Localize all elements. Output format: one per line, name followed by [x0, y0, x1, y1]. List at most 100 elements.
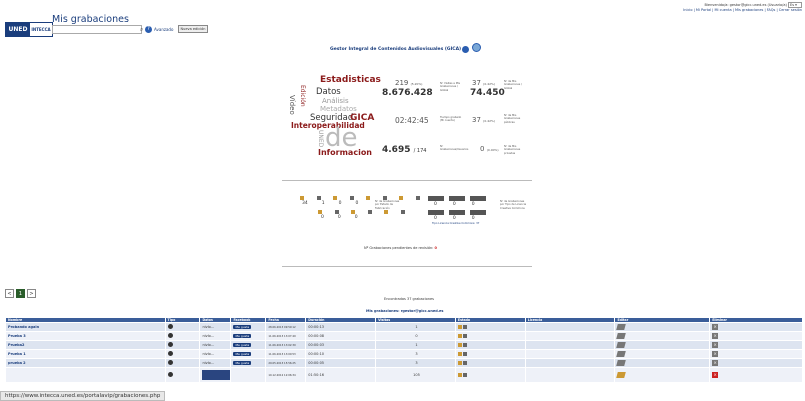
- stat-total-recordings: 74.450: [470, 88, 505, 98]
- recording-name-link[interactable]: [5, 367, 166, 383]
- table-row[interactable]: Prueba2 nivlo... Me gusta 11.06.2013 13:…: [5, 340, 803, 350]
- license-cell: [524, 358, 616, 368]
- state-count: 34: [302, 201, 308, 206]
- cc-note: Tipo Licencia Creative Commons: 37: [432, 222, 480, 225]
- state-icon[interactable]: [462, 333, 467, 338]
- state-icon: [335, 210, 339, 214]
- stat-unit: (0.00%): [486, 148, 499, 152]
- delete-cell: ×: [709, 322, 803, 332]
- date-cell: 11.06.2013 13:00:53: [265, 349, 307, 359]
- cc-license-icon: [470, 196, 486, 201]
- edit-icon[interactable]: [616, 371, 627, 378]
- type-cell: [164, 349, 201, 359]
- divider: [282, 180, 532, 181]
- visits-cell: 0: [375, 331, 456, 341]
- help-icon[interactable]: [462, 46, 469, 53]
- datos-cell: nivlo...: [199, 322, 232, 332]
- edit-icon[interactable]: [616, 359, 627, 366]
- advanced-search-link[interactable]: Avanzado: [154, 27, 173, 32]
- lock-icon[interactable]: [457, 324, 462, 329]
- edit-icon[interactable]: [616, 332, 627, 339]
- facebook-like-button[interactable]: Me gusta: [233, 361, 252, 365]
- lock-icon[interactable]: [457, 333, 462, 338]
- state-cell: [454, 340, 526, 350]
- delete-cell: ×: [709, 367, 803, 383]
- lock-icon[interactable]: [457, 360, 462, 365]
- stat-unit: / 174: [413, 148, 427, 154]
- delete-icon[interactable]: ×: [712, 333, 719, 339]
- edit-cell: [614, 322, 711, 332]
- license-cell: [524, 340, 616, 350]
- page-1-button[interactable]: 1: [16, 289, 25, 298]
- recordings-table: Nombre Tipo Datos Facebook Fecha Duració…: [5, 317, 803, 383]
- state-cell: [454, 358, 526, 368]
- state-count: 0: [337, 215, 341, 220]
- recording-name-link[interactable]: Probando again: [5, 322, 166, 332]
- cc-count: 0: [434, 202, 437, 207]
- divider: [282, 266, 532, 267]
- lock-icon[interactable]: [457, 342, 462, 347]
- delete-icon[interactable]: ×: [712, 372, 719, 378]
- table-row[interactable]: Prueba 1 nivlo... Me gusta 11.06.2013 13…: [5, 349, 803, 359]
- new-edition-button[interactable]: Nueva edición: [178, 25, 208, 33]
- intecca-logo-text: INTECCA: [30, 23, 52, 36]
- cloud-word: Vídeo: [288, 95, 296, 115]
- state-icon[interactable]: [462, 351, 467, 356]
- lock-icon[interactable]: [457, 372, 462, 377]
- delete-cell: ×: [709, 331, 803, 341]
- video-type-icon: [167, 372, 173, 377]
- delete-icon[interactable]: ×: [712, 351, 719, 357]
- table-row[interactable]: 10.12.2012 12:06:34 01:50:16 105 ×: [5, 367, 803, 383]
- facebook-like-button[interactable]: Me gusta: [233, 352, 252, 356]
- duration-cell: 00:00:13: [305, 322, 377, 332]
- edit-icon[interactable]: [616, 323, 627, 330]
- stat-recordings: 37 (0.42%): [472, 79, 495, 87]
- facebook-cell: Me gusta: [230, 358, 267, 368]
- delete-icon[interactable]: ×: [712, 342, 719, 348]
- search-icon[interactable]: ⌕: [140, 26, 143, 34]
- delete-icon[interactable]: ×: [712, 360, 719, 366]
- top-nav-links[interactable]: Inicio | Mi Portal | Mi cuenta | Mis gra…: [683, 8, 802, 13]
- video-type-icon: [167, 351, 173, 356]
- next-page-button[interactable]: >: [27, 289, 36, 298]
- delete-icon[interactable]: ×: [712, 324, 719, 330]
- prev-page-button[interactable]: <: [5, 289, 14, 298]
- state-icon[interactable]: [462, 372, 467, 377]
- visits-cell: 3: [375, 349, 456, 359]
- state-count: 1: [321, 201, 325, 206]
- state-icon[interactable]: [462, 342, 467, 347]
- stat-label: Nº de Mis Grabaciones privadas: [504, 145, 521, 155]
- uned-intecca-logo[interactable]: UNED INTECCA: [5, 22, 53, 37]
- state-icon: [351, 210, 355, 214]
- facebook-like-button[interactable]: Me gusta: [233, 325, 252, 329]
- lock-icon[interactable]: [457, 351, 462, 356]
- edit-icon[interactable]: [616, 350, 627, 357]
- pending-value: 0: [434, 246, 437, 250]
- state-icon[interactable]: [462, 324, 467, 329]
- recording-name-link[interactable]: Prueba 1: [5, 349, 166, 359]
- state-icon: [366, 196, 370, 200]
- stat-private: 0 (0.00%): [480, 145, 499, 153]
- state-count: 0: [355, 201, 359, 206]
- recording-name-link[interactable]: Prueba2: [5, 340, 166, 350]
- visits-cell: 105: [375, 367, 456, 383]
- license-cell: [524, 331, 616, 341]
- cc-count: 0: [471, 216, 475, 221]
- recording-name-link[interactable]: prueba 2: [5, 358, 166, 368]
- facebook-like-button[interactable]: Me gusta: [233, 334, 252, 338]
- license-cell: [524, 349, 616, 359]
- edit-icon[interactable]: [616, 341, 627, 348]
- pending-label: Nº Grabaciones pendientes de revisión:: [364, 246, 434, 250]
- recording-name-link[interactable]: Prueba 3: [5, 331, 166, 341]
- facebook-like-button[interactable]: Me gusta: [233, 343, 252, 347]
- video-thumbnail[interactable]: [202, 369, 231, 380]
- state-count: 0: [338, 201, 342, 206]
- help-icon[interactable]: ?: [145, 26, 152, 33]
- date-cell: 11.06.2013 13:02:39: [265, 340, 307, 350]
- state-icon[interactable]: [462, 360, 467, 365]
- table-row[interactable]: prueba 2 nivlo... Me gusta 29.05.2013 15…: [5, 358, 803, 368]
- search-input[interactable]: [52, 25, 142, 34]
- table-row[interactable]: Prueba 3 nivlo... Me gusta 11.06.2013 13…: [5, 331, 803, 341]
- license-cell: [524, 367, 616, 383]
- table-row[interactable]: Probando again nivlo... Me gusta 28.06.2…: [5, 322, 803, 332]
